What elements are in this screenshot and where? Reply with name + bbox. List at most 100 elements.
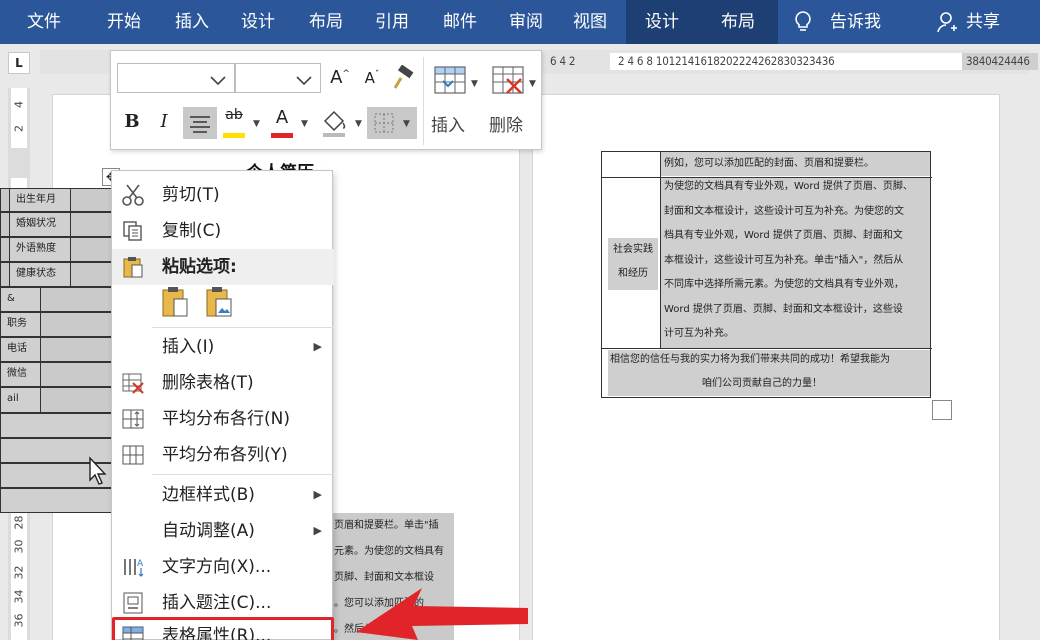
paste-keep-formatting-icon <box>162 287 188 317</box>
menu-item-distribute-columns[interactable]: 平均分布各列(Y) <box>112 437 334 473</box>
distribute-columns-icon <box>122 445 144 465</box>
borders-button[interactable]: ▼ <box>367 107 417 139</box>
menu-item-distribute-rows[interactable]: 平均分布各行(N) <box>112 401 334 437</box>
submenu-arrow-icon: ▶ <box>313 524 322 537</box>
table-cell <box>1 489 123 512</box>
paint-bucket-icon <box>323 110 346 137</box>
paste-keep-formatting-button[interactable] <box>160 285 190 319</box>
table-row-label: 和经历 <box>618 268 648 279</box>
format-painter-button[interactable] <box>391 64 417 91</box>
mouse-cursor-icon <box>89 456 107 485</box>
ruler-number: 4 <box>12 101 26 108</box>
delete-table-label: 删除 <box>489 116 523 136</box>
ribbon-tab-bar: 文件 开始 插入 设计 布局 引用 邮件 审阅 视图 设计 布局 告诉我 共享 <box>0 0 1040 44</box>
chevron-down-icon: ▼ <box>471 79 478 89</box>
insert-table-label: 插入 <box>431 116 465 136</box>
menu-item-label: 插入题注(C)... <box>162 593 272 613</box>
table-cell: ail <box>1 388 41 412</box>
tab-file[interactable]: 文件 <box>12 0 76 44</box>
tab-view[interactable]: 视图 <box>558 0 622 44</box>
distribute-rows-icon <box>122 409 144 429</box>
paste-picture-button[interactable] <box>204 285 234 319</box>
tab-references[interactable]: 引用 <box>360 0 424 44</box>
tab-layout[interactable]: 布局 <box>294 0 358 44</box>
insert-table-button[interactable]: ▼ 插入 <box>427 57 483 145</box>
grow-font-button[interactable]: A^ <box>329 67 351 93</box>
grow-font-icon: A <box>330 67 343 88</box>
table-cell: 职务 <box>1 313 41 336</box>
toolbar-divider <box>423 57 424 145</box>
table-cell: 电话 <box>1 338 41 361</box>
ruler-number: 32 <box>12 565 26 580</box>
clipboard-icon <box>123 257 143 278</box>
menu-item-label: 插入(I) <box>162 337 215 357</box>
menu-item-table-properties[interactable]: 表格属性(R)... <box>112 617 334 640</box>
table-cell-text: 为使您的文档具有专业外观，Word 提供了页眉、页脚、 <box>664 181 913 192</box>
table-cell: 微信 <box>1 363 41 386</box>
tab-stop-selector[interactable]: L <box>8 52 30 74</box>
font-color-button[interactable]: A <box>269 107 295 139</box>
delete-table-button[interactable]: ▼ 删除 <box>485 57 541 145</box>
ruler-number: 28 <box>12 515 26 530</box>
highlight-icon: ab <box>225 107 243 123</box>
tab-mailings[interactable]: 邮件 <box>428 0 492 44</box>
copy-icon <box>123 221 142 241</box>
table-cell-text: 相信您的信任与我的实力将为我们带来共同的成功！希望我能为 <box>610 354 890 365</box>
align-center-button[interactable] <box>183 107 217 139</box>
resume-table[interactable]: 例如，您可以添加匹配的封面、页眉和提要栏。 社会实践 和经历 为使您的文档具有专… <box>601 151 932 398</box>
tab-home[interactable]: 开始 <box>92 0 156 44</box>
font-size-dropdown[interactable] <box>235 63 321 93</box>
lightbulb-icon <box>795 11 811 31</box>
tab-review[interactable]: 审阅 <box>494 0 558 44</box>
menu-item-label: 复制(C) <box>162 221 222 241</box>
tab-design[interactable]: 设计 <box>226 0 290 44</box>
menu-item-insert-caption[interactable]: 插入题注(C)... <box>112 585 334 621</box>
chevron-down-icon: ▼ <box>403 119 410 129</box>
ruler-number: 2 <box>12 125 26 132</box>
tab-insert[interactable]: 插入 <box>160 0 224 44</box>
menu-divider <box>152 327 334 328</box>
red-annotation-arrow <box>356 588 528 640</box>
menu-item-autofit[interactable]: 自动调整(A) ▶ <box>112 513 334 549</box>
table-row-label: 社会实践 <box>613 244 653 255</box>
menu-item-border-styles[interactable]: 边框样式(B) ▶ <box>112 477 334 513</box>
table-cell-text: 不同库中选择所需元素。为使您的文档具有专业外观， <box>664 279 904 290</box>
menu-item-cut[interactable]: 剪切(T) <box>112 177 334 213</box>
menu-item-text-direction[interactable]: A 文字方向(X)... <box>112 549 334 585</box>
share-button[interactable]: 共享 <box>930 0 1020 44</box>
bold-button[interactable]: B <box>121 111 143 137</box>
tell-me-search[interactable]: 告诉我 <box>788 0 898 44</box>
chevron-down-icon[interactable]: ▼ <box>355 119 362 129</box>
submenu-arrow-icon: ▶ <box>313 488 322 501</box>
chevron-down-icon[interactable]: ▼ <box>301 119 308 129</box>
table-resize-handle[interactable] <box>932 400 952 420</box>
borders-icon <box>374 113 394 133</box>
tell-me-label: 告诉我 <box>830 12 881 32</box>
menu-item-label: 删除表格(T) <box>162 373 254 393</box>
menu-item-copy[interactable]: 复制(C) <box>112 213 334 249</box>
ruler-left-numbers: 6 4 2 <box>550 54 576 68</box>
menu-item-label: 文字方向(X)... <box>162 557 272 577</box>
menu-item-paste-options: 粘贴选项: <box>112 249 334 285</box>
table-cell: 出生年月 <box>9 189 71 211</box>
table-properties-icon <box>122 626 144 640</box>
tab-table-layout[interactable]: 布局 <box>698 0 778 44</box>
context-menu: 剪切(T) 复制(C) 粘贴选项: 插入(I) ▶ 删除表格(T) 平均分布各行… <box>111 170 334 640</box>
menu-item-label: 粘贴选项: <box>162 257 237 277</box>
table-cell: 外语熟度 <box>9 238 71 261</box>
menu-item-delete-table[interactable]: 删除表格(T) <box>112 365 334 401</box>
cell-border <box>660 152 661 348</box>
tab-table-design[interactable]: 设计 <box>626 0 698 44</box>
menu-item-label: 平均分布各行(N) <box>162 409 290 429</box>
paragraph-line: 元素。为使您的文档具有 <box>330 539 454 565</box>
shading-button[interactable] <box>319 107 349 139</box>
insert-table-icon <box>434 66 466 94</box>
shrink-font-button[interactable]: Aˇ <box>361 69 383 93</box>
font-name-dropdown[interactable] <box>117 63 235 93</box>
menu-item-label: 边框样式(B) <box>162 485 255 505</box>
highlight-button[interactable]: ab <box>221 107 247 139</box>
chevron-down-icon[interactable]: ▼ <box>253 119 260 129</box>
menu-item-insert[interactable]: 插入(I) ▶ <box>112 329 334 365</box>
menu-item-label: 剪切(T) <box>162 185 220 205</box>
italic-button[interactable]: I <box>153 111 175 137</box>
